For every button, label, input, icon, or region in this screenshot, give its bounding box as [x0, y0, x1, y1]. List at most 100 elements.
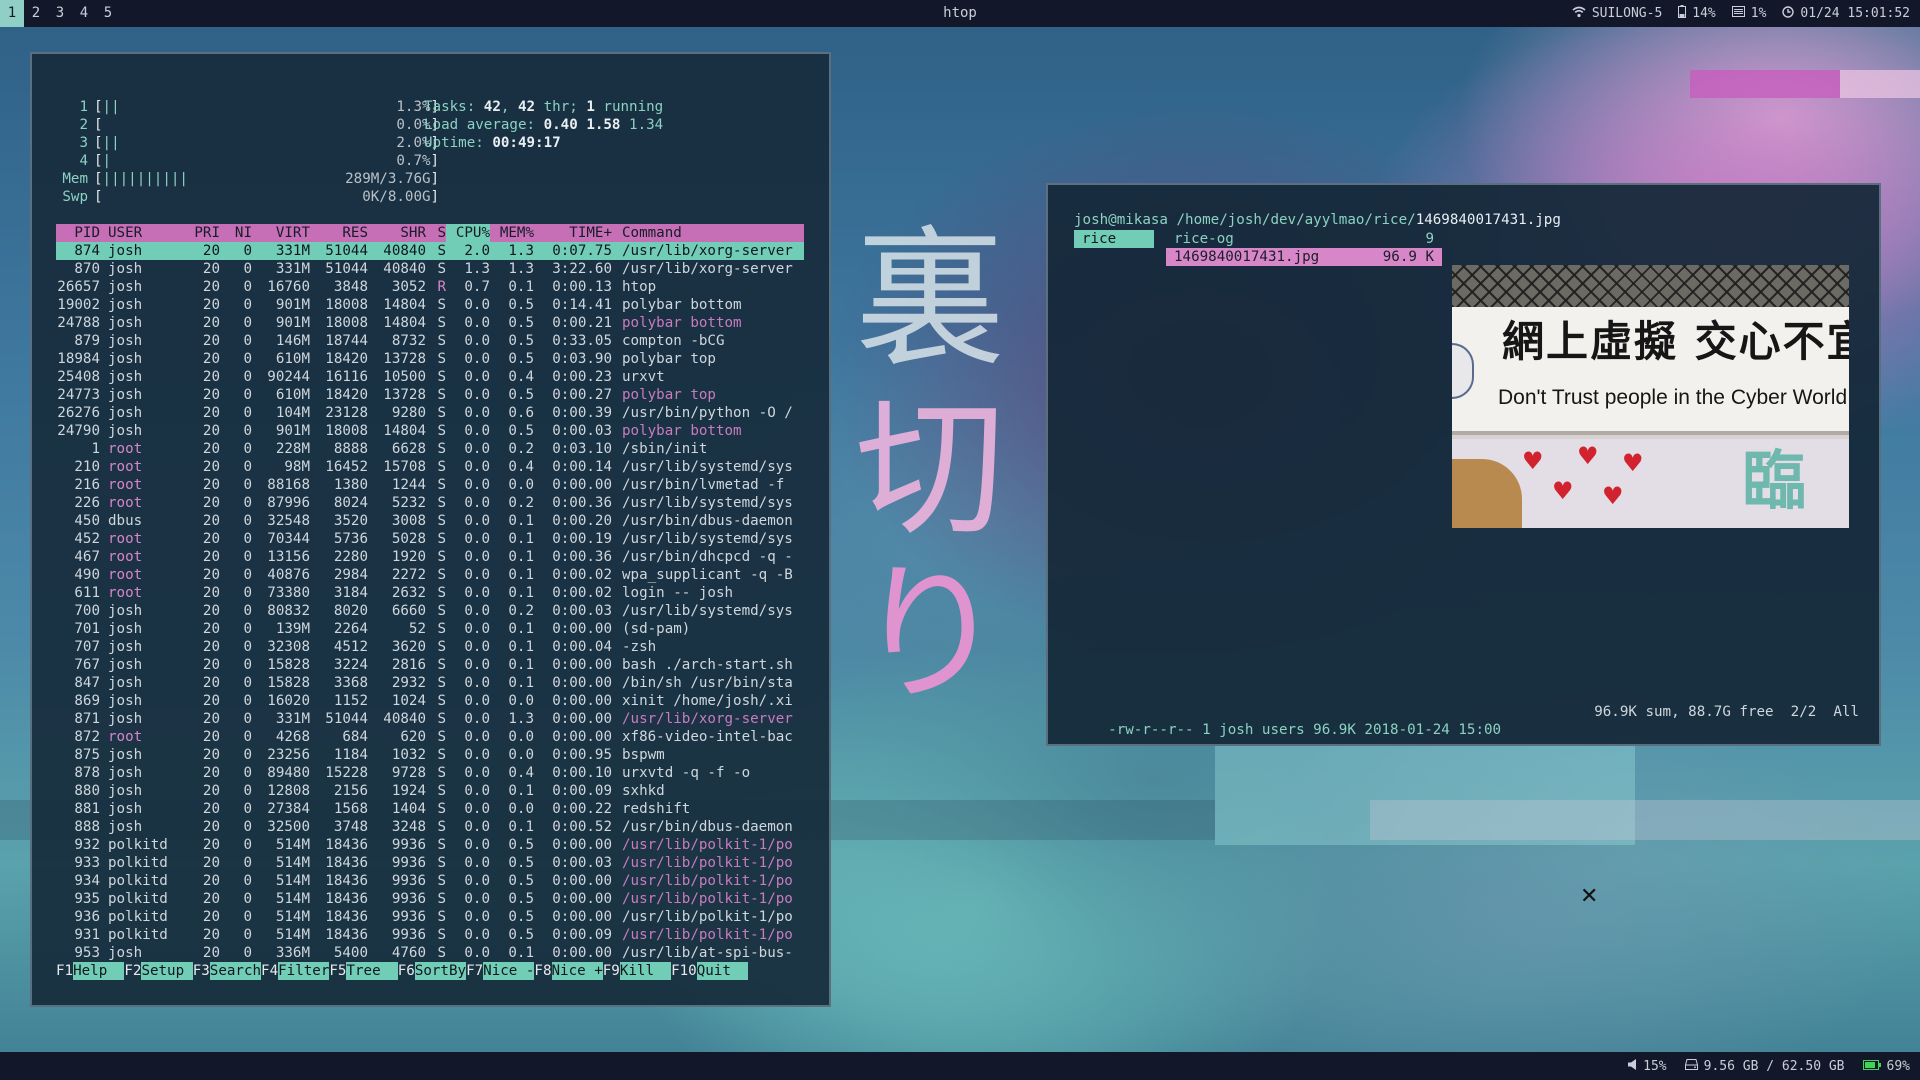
parent-dir-item[interactable]: rice: [1074, 230, 1154, 248]
table-row[interactable]: 933 polkitd 20 0 514M 18436 9936 S 0.0 0.5 0:00.03…: [56, 854, 804, 872]
cell-pid: 767: [74, 657, 100, 673]
table-row[interactable]: 25408 josh 20 0 90244 16116 10500 S 0.0 0.4 0:00.2…: [56, 368, 804, 386]
fkey-f1[interactable]: F1 Help: [56, 962, 125, 980]
battery-module[interactable]: 14%: [1678, 5, 1716, 22]
table-row[interactable]: 24773 josh 20 0 610M 18420 13728 S 0.0 0.5 0:00.27…: [56, 386, 804, 404]
table-row[interactable]: 869 josh 20 0 16020 1152 1024 S 0.0 0.0 0:00.00 xin…: [56, 692, 804, 710]
cell-command: bspwm: [622, 747, 665, 763]
table-row[interactable]: 874 josh 20 0 331M 51044 40840 S 2.0 1.3 0:07.75/u…: [56, 242, 804, 260]
col-command[interactable]: Command: [612, 224, 804, 242]
table-row[interactable]: 935 polkitd 20 0 514M 18436 9936 S 0.0 0.5 0:00.00…: [56, 890, 804, 908]
fkey-f2[interactable]: F2 Setup: [124, 962, 193, 980]
fkey-f3[interactable]: F3 Search: [192, 962, 262, 980]
table-row[interactable]: 888 josh 20 0 32500 3748 3248 S 0.0 0.1 0:00.52/us…: [56, 818, 804, 836]
cell-virt: 139M: [275, 621, 310, 637]
table-row[interactable]: 24790 josh 20 0 901M 18008 14804 S 0.0 0.5 0:00.03…: [56, 422, 804, 440]
table-row[interactable]: 216 root 20 0 88168 1380 1244 S 0.0 0.0 0:00.00/us…: [56, 476, 804, 494]
table-row[interactable]: 931 polkitd 20 0 514M 18436 9936 S 0.0 0.5 0:00.09…: [56, 926, 804, 944]
table-row[interactable]: 700 josh 20 0 80832 8020 6660 S 0.0 0.2 0:00.03/us…: [56, 602, 804, 620]
table-row[interactable]: 490 root 20 0 40876 2984 2272 S 0.0 0.1 0:00.02 wpa…: [56, 566, 804, 584]
table-row[interactable]: 871 josh 20 0 331M 51044 40840 S 0.0 1.3 0:00.00/u…: [56, 710, 804, 728]
workspace-4[interactable]: 4: [72, 0, 96, 27]
cell-pri: 20: [202, 279, 220, 295]
fkey-f7[interactable]: F7 Nice -: [466, 962, 535, 980]
col-cpu[interactable]: CPU%: [446, 224, 490, 242]
table-row[interactable]: 452 root 20 0 70344 5736 5028 S 0.0 0.1 0:00.19/us…: [56, 530, 804, 548]
col-pri[interactable]: PRI: [180, 224, 220, 242]
fkey-f10[interactable]: F10 Quit: [671, 962, 748, 980]
disk-module[interactable]: 9.56 GB / 62.50 GB: [1684, 1058, 1845, 1074]
table-row[interactable]: 1 root 20 0 228M 8888 6628 S 0.0 0.2 0:03.10/sbin/…: [56, 440, 804, 458]
workspace-5[interactable]: 5: [96, 0, 120, 27]
table-row[interactable]: 18984 josh 20 0 610M 18420 13728 S 0.0 0.5 0:03.90…: [56, 350, 804, 368]
fkey-f8[interactable]: F8 Nice +: [534, 962, 603, 980]
cell-virt: 901M: [275, 423, 310, 439]
col-pid[interactable]: PID: [56, 224, 100, 242]
table-row[interactable]: 701 josh 20 0 139M 2264 52 S 0.0 0.1 0:00.00 (sd-pa…: [56, 620, 804, 638]
cell-shr: 40840: [383, 711, 426, 727]
cell-res: 8888: [333, 441, 368, 457]
cell-pid: 707: [74, 639, 100, 655]
table-row[interactable]: 880 josh 20 0 12808 2156 1924 S 0.0 0.1 0:00.09 sxh…: [56, 782, 804, 800]
col-state[interactable]: S: [426, 224, 446, 242]
table-row[interactable]: 875 josh 20 0 23256 1184 1032 S 0.0 0.0 0:00.95 bsp…: [56, 746, 804, 764]
table-row[interactable]: 26657 josh 20 0 16760 3848 3052 R 0.7 0.1 0:00.13 h…: [56, 278, 804, 296]
table-row[interactable]: 467 root 20 0 13156 2280 1920 S 0.0 0.1 0:00.36/us…: [56, 548, 804, 566]
fkey-f4[interactable]: F4 Filter: [261, 962, 330, 980]
htop-window[interactable]: 1[|| 1.3%] 2[0.0%] 3[|| 2.0%] 4[| 0.7%] Mem[|||…: [30, 52, 831, 1007]
cell-res: 2264: [333, 621, 368, 637]
table-row[interactable]: 936 polkitd 20 0 514M 18436 9936 S 0.0 0.5 0:00.00…: [56, 908, 804, 926]
col-shr[interactable]: SHR: [368, 224, 426, 242]
cpu-module[interactable]: 1%: [1731, 6, 1766, 21]
table-row[interactable]: 24788 josh 20 0 901M 18008 14804 S 0.0 0.5 0:00.21…: [56, 314, 804, 332]
table-row[interactable]: 878 josh 20 0 89480 15228 9728 S 0.0 0.4 0:00.10 ur…: [56, 764, 804, 782]
table-row[interactable]: 26276 josh 20 0 104M 23128 9280 S 0.0 0.6 0:00.39 /…: [56, 404, 804, 422]
cell-shr: 9280: [391, 405, 426, 421]
col-virt[interactable]: VIRT: [252, 224, 310, 242]
table-row[interactable]: 707 josh 20 0 32308 4512 3620 S 0.0 0.1 0:00.04 -zs…: [56, 638, 804, 656]
cell-pri: 20: [202, 315, 220, 331]
table-row[interactable]: 450 dbus 20 0 32548 3520 3008 S 0.0 0.1 0:00.20/us…: [56, 512, 804, 530]
table-row[interactable]: 870 josh 20 0 331M 51044 40840 S 1.3 1.3 3:22.60/u…: [56, 260, 804, 278]
table-row[interactable]: 881 josh 20 0 27384 1568 1404 S 0.0 0.0 0:00.22 red…: [56, 800, 804, 818]
cell-state: S: [437, 387, 446, 403]
process-table[interactable]: PID USER PRI NI VIRT RES SHR S CPU% MEM%…: [56, 224, 804, 962]
table-row[interactable]: 210 root 20 0 98M 16452 15708 S 0.0 0.4 0:00.14/us…: [56, 458, 804, 476]
fkey-key: F3: [192, 963, 210, 979]
table-row[interactable]: 767 josh 20 0 15828 3224 2816 S 0.0 0.1 0:00.00 bas…: [56, 656, 804, 674]
workspace-1[interactable]: 1: [0, 0, 24, 27]
network-module[interactable]: SUILONG-5: [1572, 6, 1662, 22]
workspace-3[interactable]: 3: [48, 0, 72, 27]
table-row[interactable]: 847 josh 20 0 15828 3368 2932 S 0.0 0.1 0:00.00/bi…: [56, 674, 804, 692]
clock-module[interactable]: 01/24 15:01:52: [1782, 5, 1910, 22]
fkey-f5[interactable]: F5 Tree: [329, 962, 398, 980]
file-entry[interactable]: rice-og 9: [1166, 230, 1442, 248]
volume-module[interactable]: 15%: [1628, 1058, 1667, 1074]
ranger-window[interactable]: josh@mikasa /home/josh/dev/ayylmao/rice/…: [1046, 183, 1881, 746]
table-row[interactable]: 953 josh 20 0 336M 5400 4760 S 0.0 0.1 0:00.00/usr…: [56, 944, 804, 962]
workspace-2[interactable]: 2: [24, 0, 48, 27]
fkey-f6[interactable]: F6 SortBy: [398, 962, 467, 980]
table-row[interactable]: 872 root 20 0 4268 684 620 S 0.0 0.0 0:00.00 xf86-v…: [56, 728, 804, 746]
cell-command: bash ./arch-start.sh: [622, 657, 793, 673]
table-row[interactable]: 932 polkitd 20 0 514M 18436 9936 S 0.0 0.5 0:00.00…: [56, 836, 804, 854]
meter-bracket: [: [94, 99, 103, 115]
col-mem[interactable]: MEM%: [490, 224, 534, 242]
col-time[interactable]: TIME+: [534, 224, 612, 242]
col-res[interactable]: RES: [310, 224, 368, 242]
table-row[interactable]: 19002 josh 20 0 901M 18008 14804 S 0.0 0.5 0:14.41…: [56, 296, 804, 314]
table-row[interactable]: 879 josh 20 0 146M 18744 8732 S 0.0 0.5 0:33.05 com…: [56, 332, 804, 350]
table-row[interactable]: 934 polkitd 20 0 514M 18436 9936 S 0.0 0.5 0:00.00…: [56, 872, 804, 890]
cell-ni: 0: [243, 927, 252, 943]
table-row[interactable]: 611 root 20 0 73380 3184 2632 S 0.0 0.1 0:00.02 log…: [56, 584, 804, 602]
file-entry[interactable]: 1469840017431.jpg 96.9 K: [1166, 248, 1442, 266]
col-ni[interactable]: NI: [220, 224, 252, 242]
battery-module-bottom[interactable]: 69%: [1862, 1059, 1910, 1074]
col-user[interactable]: USER: [100, 224, 180, 242]
table-row[interactable]: 226 root 20 0 87996 8024 5232 S 0.0 0.2 0:00.36/us…: [56, 494, 804, 512]
cell-pid: 878: [74, 765, 100, 781]
cell-cpu: 0.0: [464, 657, 490, 673]
cell-time: 0:00.00: [552, 891, 612, 907]
cell-pid: 210: [74, 459, 100, 475]
fkey-f9[interactable]: F9 Kill: [603, 962, 672, 980]
